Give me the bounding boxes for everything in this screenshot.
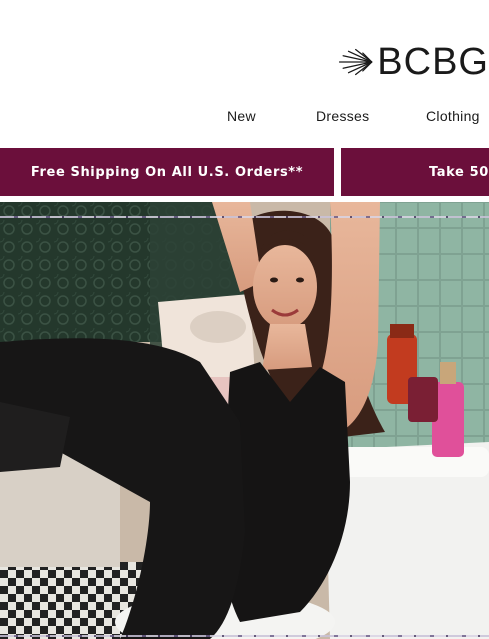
image-overlay-line [0, 216, 489, 218]
promo-banner-free-shipping[interactable]: Free Shipping On All U.S. Orders** [0, 148, 334, 196]
hero-image[interactable] [0, 202, 489, 639]
promo-banner-sale[interactable]: Take 50% [341, 148, 489, 196]
promo-text: Take 50% [429, 164, 489, 180]
brand-logo[interactable]: BCBG [336, 40, 489, 84]
nav-item-dresses[interactable]: Dresses [316, 108, 369, 124]
nav-item-new[interactable]: New [227, 108, 256, 124]
image-overlay-line [0, 635, 489, 637]
starburst-logo-icon [338, 48, 373, 76]
promo-text: Free Shipping On All U.S. Orders** [30, 164, 304, 180]
main-nav: New Dresses Clothing [0, 108, 489, 128]
nav-item-clothing[interactable]: Clothing [426, 108, 480, 124]
brand-name: BCBG [377, 40, 489, 83]
hero-lifestyle-image [0, 202, 489, 639]
site-header: BCBG New Dresses Clothing [0, 0, 489, 145]
